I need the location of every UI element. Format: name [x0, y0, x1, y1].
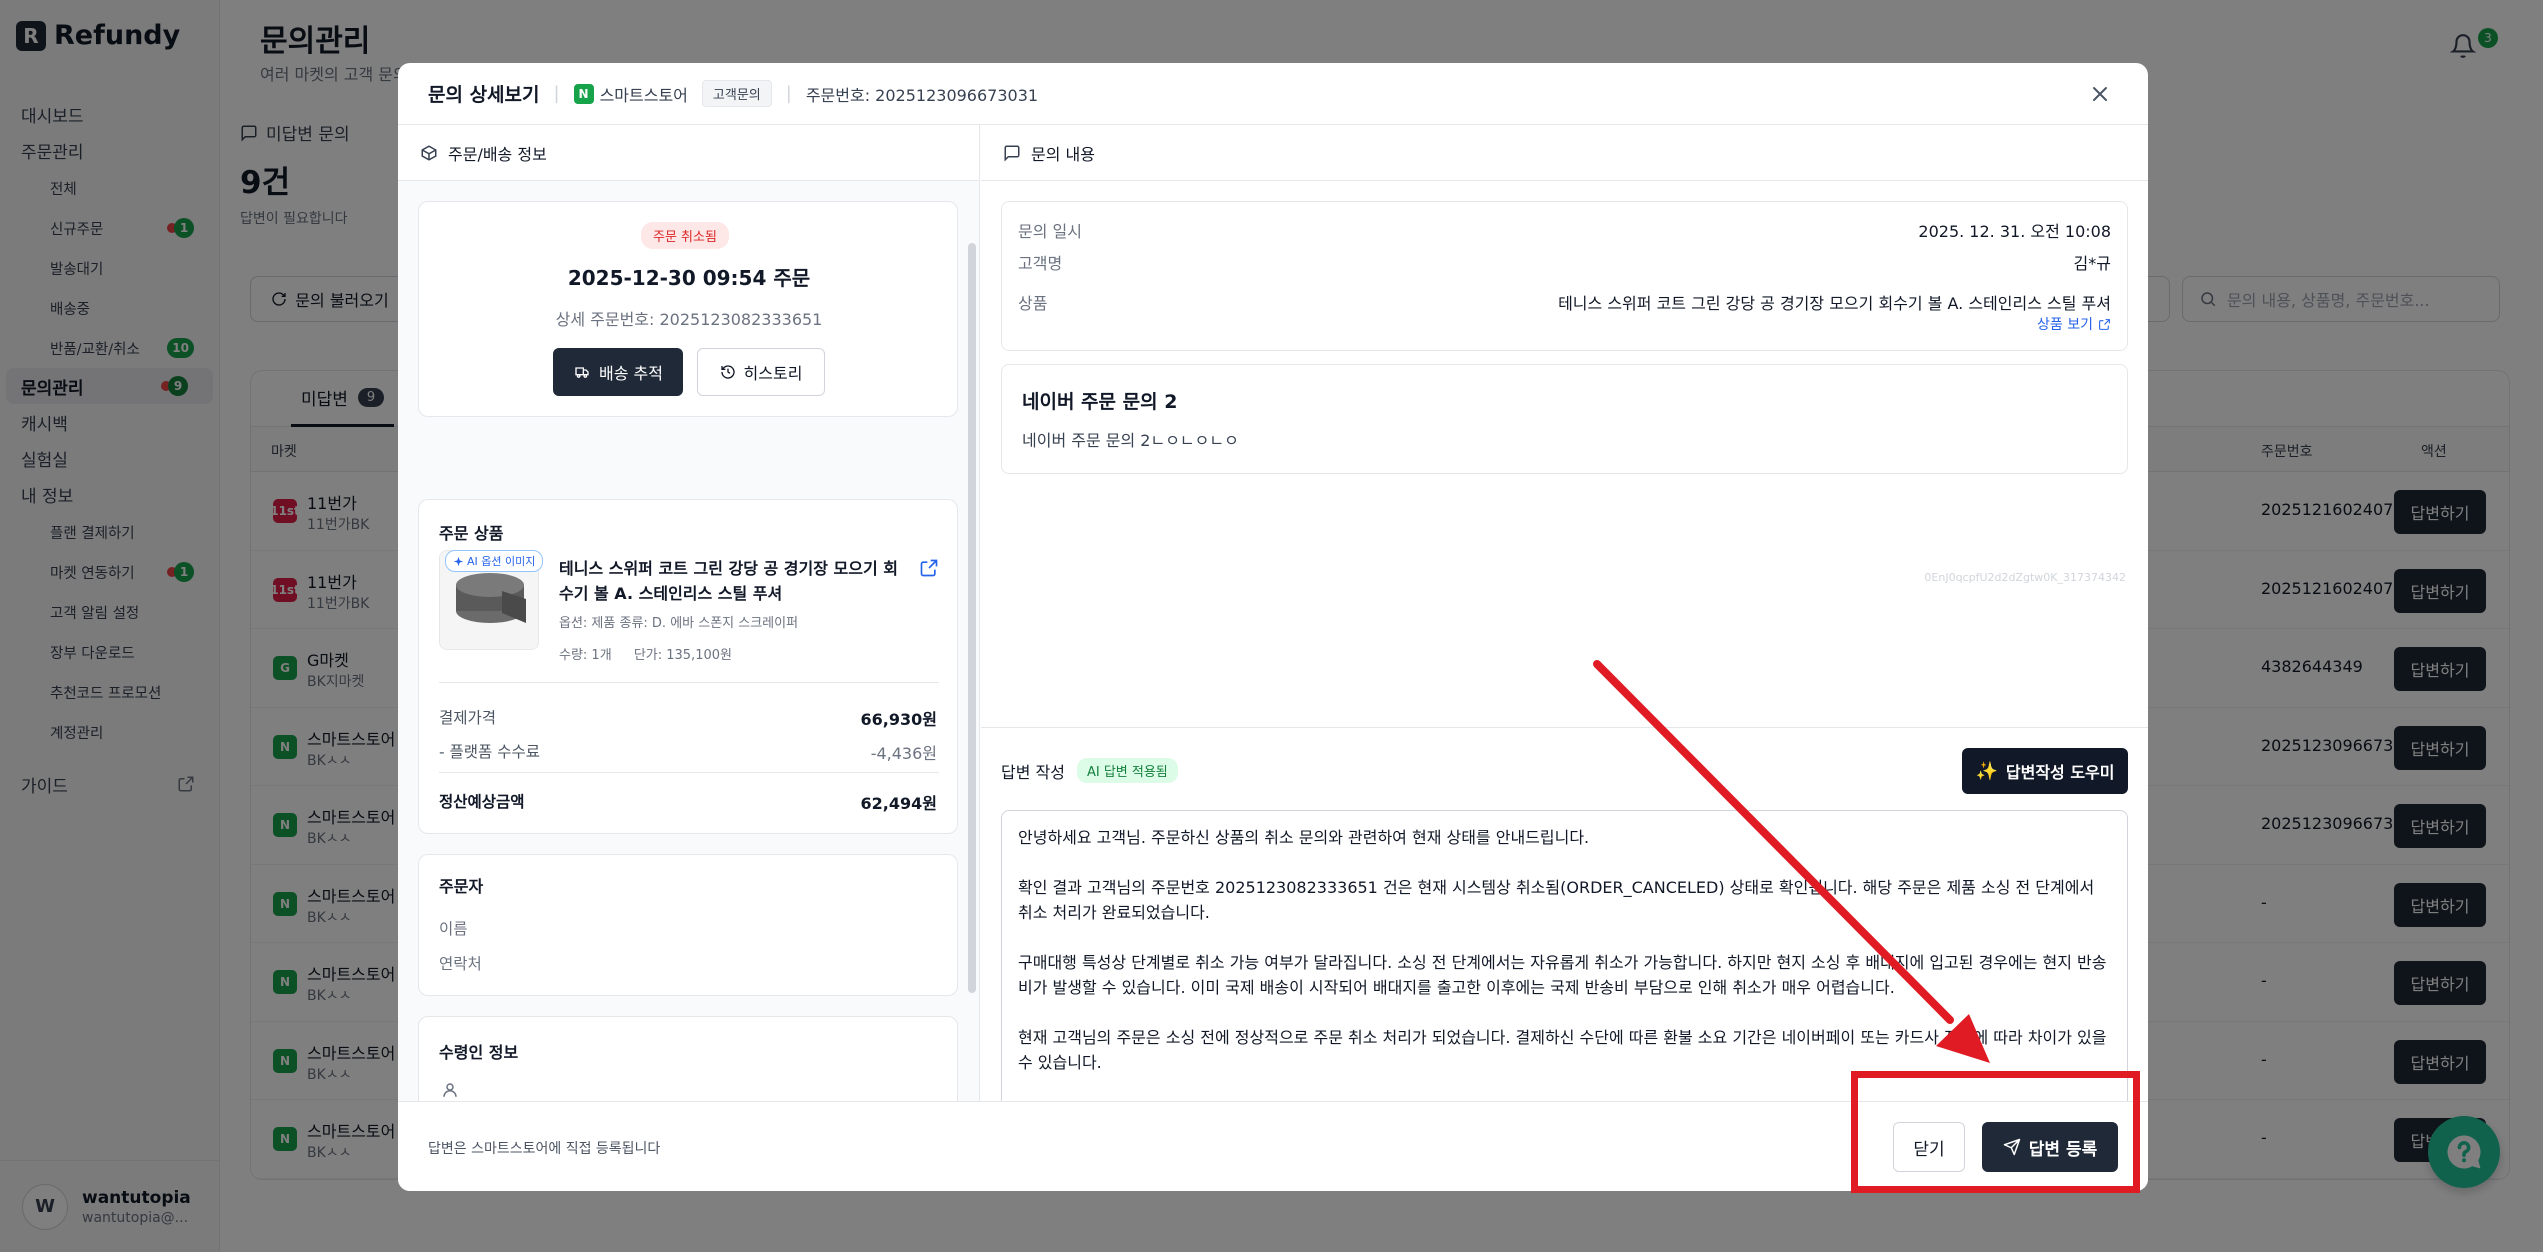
detail-order-number: 상세 주문번호: 2025123082333651 [555, 310, 823, 329]
header-divider: | [785, 83, 792, 104]
inquiry-content-title: 문의 내용 [1031, 144, 1095, 164]
scrollbar[interactable] [968, 243, 976, 993]
user-icon [443, 1083, 457, 1097]
response-paragraph: 확인 결과 고객님의 주문번호 2025123082333651 건은 현재 시… [1018, 878, 2095, 922]
product-unit-price: 단가: 135,100원 [633, 648, 732, 663]
products-title: 주문 상품 [439, 524, 504, 543]
ai-option-image-chip: AI 옵션 이미지 [445, 550, 544, 572]
settlement-value: 62,494원 [860, 794, 937, 813]
divider [439, 772, 939, 773]
store-name: 스마트스토어 [599, 85, 688, 105]
ai-helper-button[interactable]: ✨ 답변작성 도우미 [1962, 748, 2128, 794]
meta-label-customer: 고객명 [1018, 254, 1063, 273]
modal-order-number: 주문번호: 2025123096673031 [805, 85, 1039, 105]
meta-value-customer: 김*규 [2073, 254, 2111, 273]
track-delivery-button[interactable]: 배송 추적 [553, 348, 683, 396]
payment-label: 결제가격 [439, 709, 497, 727]
product-qty-price: 수량: 1개 단가: 135,100원 [559, 644, 732, 663]
close-icon[interactable] [2088, 82, 2112, 106]
buyer-contact-label: 연락처 [439, 955, 482, 973]
meta-label-product: 상품 [1018, 294, 1048, 313]
ordered-products-card: 주문 상품 AI 옵션 이미지 테니스 스위퍼 코트 그린 강당 공 경기장 모… [418, 499, 958, 834]
recipient-card: 수령인 정보 [418, 1016, 958, 1101]
inquiry-detail-modal: 문의 상세보기 | N 스마트스토어 고객문의 | 주문번호: 20251230… [398, 63, 2148, 1191]
product-qty: 수량: 1개 [559, 648, 612, 663]
smartstore-icon: N [573, 83, 594, 104]
modal-header: 문의 상세보기 | N 스마트스토어 고객문의 | 주문번호: 20251230… [398, 63, 2148, 125]
response-paragraph: 구매대행 특성상 단계별로 취소 가능 여부가 달라집니다. 소싱 전 단계에서… [1018, 953, 2107, 997]
history-icon [720, 365, 735, 379]
inquiry-content-header: 문의 내용 [981, 125, 2148, 181]
message-icon [1004, 145, 1020, 162]
truck-icon [575, 367, 589, 378]
annotation-highlight-box [1851, 1071, 2140, 1193]
payment-value: 66,930원 [860, 710, 937, 729]
recipient-title: 수령인 정보 [439, 1043, 519, 1062]
product-name: 테니스 스위퍼 코트 그린 강당 공 경기장 모으기 회수기 볼 A. 스테인리… [559, 559, 898, 603]
history-label: 히스토리 [743, 364, 803, 383]
buyer-name-label: 이름 [439, 920, 468, 938]
footer-note: 답변은 스마트스토어에 직접 등록됩니다 [428, 1141, 661, 1157]
response-section: 답변 작성 AI 답변 적용됨 ✨ 답변작성 도우미 안녕하세요 고객님. 주문… [981, 727, 2148, 1138]
inquiry-message: 네이버 주문 문의 2 네이버 주문 문의 2ㄴㅇㄴㅇㄴㅇ [1001, 364, 2128, 474]
inquiry-id: 0EnJ0qcpfU2d2dZgtw0K_317374342 [1924, 571, 2126, 584]
response-label: 답변 작성 AI 답변 적용됨 [1001, 758, 1178, 783]
product-option: 옵션: 제품 종류: D. 에바 스폰지 스크레이퍼 [559, 616, 799, 631]
meta-value-product: 테니스 스위퍼 코트 그린 강당 공 경기장 모으기 회수기 볼 A. 스테인리… [1558, 294, 2111, 313]
inquiry-type-tag: 고객문의 [701, 80, 772, 107]
fee-value: -4,436원 [870, 744, 937, 763]
sparkle-icon [453, 556, 464, 566]
order-status-card: 주문 취소됨 2025-12-30 09:54 주문 상세 주문번호: 2025… [418, 201, 958, 417]
history-button[interactable]: 히스토리 [697, 348, 825, 396]
inquiry-meta: 문의 일시 2025. 12. 31. 오전 10:08 고객명 김*규 상품 … [1001, 201, 2128, 351]
meta-value-date: 2025. 12. 31. 오전 10:08 [1918, 222, 2111, 241]
external-link-icon [2099, 318, 2110, 330]
modal-title: 문의 상세보기 [428, 84, 540, 106]
order-info-header: 주문/배송 정보 [398, 125, 979, 181]
buyer-title: 주문자 [439, 877, 484, 896]
buyer-card: 주문자 이름 연락처 [418, 854, 958, 996]
package-icon [421, 144, 437, 161]
view-product-link[interactable]: 상품 보기 [2037, 314, 2111, 334]
settlement-label: 정산예상금액 [439, 793, 525, 811]
ai-helper-label: 답변작성 도우미 [2005, 763, 2115, 782]
view-product-label: 상품 보기 [2037, 317, 2093, 333]
response-paragraph: 안녕하세요 고객님. 주문하신 상품의 취소 문의와 관련하여 현재 상태를 안… [1018, 828, 1590, 847]
order-info-pane: 주문/배송 정보 주문 취소됨 2025-12-30 09:54 주문 상세 주… [398, 125, 980, 1101]
inquiry-title: 네이버 주문 문의 2 [1022, 391, 1178, 413]
order-info-title: 주문/배송 정보 [448, 144, 547, 164]
fee-label: - 플랫폼 수수료 [439, 743, 541, 761]
response-label-text: 답변 작성 [1001, 762, 1065, 782]
sparkles-icon: ✨ [1975, 760, 1998, 782]
ai-applied-badge: AI 답변 적용됨 [1076, 758, 1178, 783]
divider [439, 682, 939, 683]
order-date: 2025-12-30 09:54 주문 [567, 266, 811, 290]
status-badge: 주문 취소됨 [641, 222, 729, 249]
inquiry-content-pane: 문의 내용 문의 일시 2025. 12. 31. 오전 10:08 고객명 김… [981, 125, 2148, 1138]
response-paragraph: 현재 고객님의 주문은 소싱 전에 정상적으로 주문 취소 처리가 되었습니다.… [1018, 1028, 2107, 1072]
ai-chip-label: AI 옵션 이미지 [467, 555, 536, 568]
track-delivery-label: 배송 추적 [599, 364, 663, 383]
inquiry-body: 네이버 주문 문의 2ㄴㅇㄴㅇㄴㅇ [1022, 431, 1239, 450]
meta-label-date: 문의 일시 [1018, 222, 1082, 241]
external-link-icon[interactable] [919, 558, 939, 578]
header-divider: | [553, 83, 560, 104]
